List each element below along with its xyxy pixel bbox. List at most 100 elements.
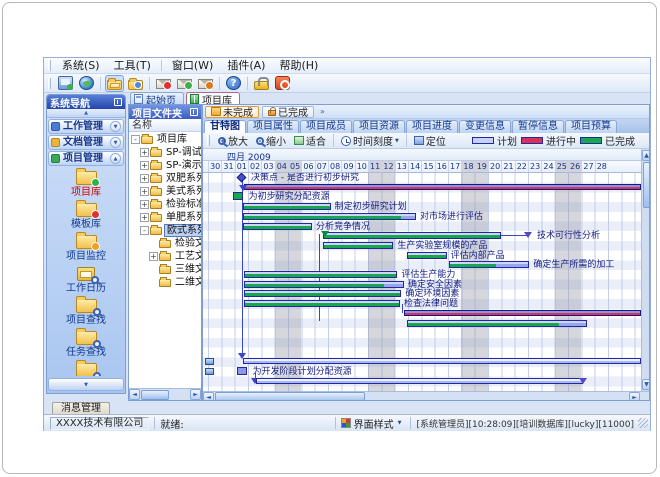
help-button[interactable] <box>224 74 243 92</box>
sidebar-item[interactable]: 项目库 <box>48 171 124 198</box>
task-bar[interactable] <box>244 271 397 278</box>
mail-del-button[interactable] <box>196 75 215 91</box>
pin-icon[interactable] <box>114 98 122 106</box>
overflow-icon[interactable]: » <box>320 107 325 116</box>
scroll-right-icon[interactable]: ► <box>190 389 201 400</box>
task-bar[interactable] <box>237 367 247 375</box>
expand-icon[interactable]: + <box>140 213 149 222</box>
sidebar-item[interactable]: 项目文档查找 <box>48 363 124 376</box>
zoom-out-button[interactable]: -缩小 <box>252 133 290 148</box>
menu-item-help[interactable]: 帮助(H) <box>272 59 325 73</box>
gantt-tab[interactable]: 变更信息 <box>459 120 511 133</box>
zoom-in-button[interactable]: +放大 <box>214 133 252 148</box>
chevron-down-icon[interactable]: ▼ <box>110 121 121 132</box>
pin-icon[interactable] <box>190 108 198 116</box>
folder-open-button[interactable] <box>105 75 124 92</box>
lock-button[interactable] <box>252 75 271 92</box>
exit-button[interactable] <box>273 74 292 92</box>
mail-open-button[interactable] <box>175 75 194 91</box>
expand-icon[interactable]: + <box>140 161 149 170</box>
monitor-button[interactable] <box>56 74 75 92</box>
scroll-left-icon[interactable]: ◄ <box>203 392 214 402</box>
tree-node[interactable]: +检验标准 <box>129 198 201 211</box>
expand-icon[interactable]: + <box>140 200 149 209</box>
locate-button[interactable]: 定位 <box>410 133 450 148</box>
scroll-up-icon[interactable]: ▲ <box>642 150 650 161</box>
scroll-thumb[interactable] <box>643 162 651 208</box>
tree-column-header[interactable]: 名称 <box>129 119 201 132</box>
tree-node[interactable]: +SP-演示机系 <box>129 159 201 172</box>
sidebar-group-3[interactable]: 项目管理▲ <box>48 151 124 166</box>
mail-alert-button[interactable] <box>154 75 173 91</box>
sidebar-group-2[interactable]: 文档管理▼ <box>48 135 124 150</box>
gantt-tab[interactable]: 项目属性 <box>247 120 299 133</box>
scroll-down-icon[interactable]: ▼ <box>642 379 650 390</box>
gantt-tab[interactable]: 暂停信息 <box>512 120 564 133</box>
gantt-horizontal-scrollbar[interactable]: ◄ ► <box>203 391 650 401</box>
gantt-tab[interactable]: 项目资源 <box>353 120 405 133</box>
tree-node[interactable]: +双肥系列 <box>129 172 201 185</box>
fit-button[interactable]: 适合 <box>290 133 330 148</box>
expand-icon[interactable]: + <box>140 148 149 157</box>
resize-grip[interactable] <box>638 418 648 428</box>
sidebar-collapse-strip[interactable]: ▲ <box>47 109 125 118</box>
task-bar[interactable] <box>243 213 416 220</box>
tree-node[interactable]: +SP-调试机系 <box>129 146 201 159</box>
tree-node[interactable]: -欧式系列 <box>129 224 201 237</box>
expand-icon[interactable]: + <box>140 187 149 196</box>
scroll-left-icon[interactable]: ◄ <box>129 389 140 400</box>
timescale-button[interactable]: 时间刻度▼ <box>337 133 403 148</box>
sidebar-item[interactable]: 项目监控 <box>48 235 124 262</box>
gantt-chart-area[interactable]: 决策点 - 是否进行初步研究为初步研究分配资源制定初步研究计划对市场进行评估分析… <box>203 173 641 391</box>
tree-node[interactable]: +单肥系列 <box>129 211 201 224</box>
scroll-right-icon[interactable]: ► <box>629 392 640 402</box>
task-bar[interactable] <box>323 232 502 239</box>
view-tab[interactable]: 未完成 <box>205 106 259 118</box>
tree-node[interactable]: +美式系列 <box>129 185 201 198</box>
collapse-icon[interactable]: - <box>131 135 140 144</box>
summary-bar[interactable] <box>404 310 641 316</box>
sidebar-item[interactable]: 工作日历 <box>48 267 124 294</box>
task-bar[interactable] <box>244 290 401 297</box>
sidebar-item[interactable]: 项目查找 <box>48 299 124 326</box>
gantt-tab[interactable]: 项目成员 <box>300 120 352 133</box>
chevron-down-icon[interactable]: ▼ <box>110 137 121 148</box>
task-bar[interactable] <box>407 320 587 327</box>
summary-bar[interactable] <box>244 184 641 190</box>
sidebar-footer-group[interactable]: ▼ <box>48 378 124 391</box>
task-bar[interactable] <box>407 252 447 259</box>
tree-node[interactable]: 二维文件 <box>129 276 201 289</box>
sidebar-group-1[interactable]: 工作管理▼ <box>48 119 124 134</box>
scroll-thumb[interactable] <box>141 390 169 400</box>
task-bar[interactable] <box>244 281 404 288</box>
tree-node[interactable]: +工艺文件 <box>129 250 201 263</box>
globe-button[interactable] <box>77 74 96 92</box>
collapse-icon[interactable]: - <box>140 226 149 235</box>
gantt-tab[interactable]: 甘特图 <box>204 120 246 133</box>
task-bar[interactable] <box>244 300 400 307</box>
menu-item-plugins[interactable]: 插件(A) <box>220 59 272 73</box>
chevron-up-icon[interactable]: ▲ <box>110 153 121 164</box>
scroll-thumb[interactable] <box>215 392 365 401</box>
menu-item-tools[interactable]: 工具(T) <box>107 59 158 73</box>
tree-node[interactable]: 三维文件 <box>129 263 201 276</box>
view-tab[interactable]: 已完成 <box>262 106 314 118</box>
menu-item-system[interactable]: 系统(S) <box>55 59 107 73</box>
tree-node[interactable]: -项目库 <box>129 133 201 146</box>
gantt-tab[interactable]: 项目进度 <box>406 120 458 133</box>
task-bar[interactable] <box>243 223 312 230</box>
gantt-vertical-scrollbar[interactable]: ▲ ▼ <box>641 149 650 391</box>
expand-icon[interactable]: + <box>149 252 158 261</box>
tree-horizontal-scrollbar[interactable]: ◄ ► <box>129 388 201 400</box>
task-bar[interactable] <box>323 242 394 249</box>
menu-item-window[interactable]: 窗口(W) <box>165 59 220 73</box>
folder-new-button[interactable] <box>126 75 145 92</box>
expand-icon[interactable]: + <box>140 174 149 183</box>
task-bar[interactable] <box>449 261 529 268</box>
caret-down-icon[interactable]: ▼ <box>398 420 402 426</box>
sidebar-item[interactable]: 任务查找 <box>48 331 124 358</box>
task-bar[interactable] <box>233 192 243 200</box>
task-bar[interactable] <box>243 203 331 210</box>
sidebar-item[interactable]: 模板库 <box>48 203 124 230</box>
gantt-tab[interactable]: 项目预算 <box>565 120 617 133</box>
